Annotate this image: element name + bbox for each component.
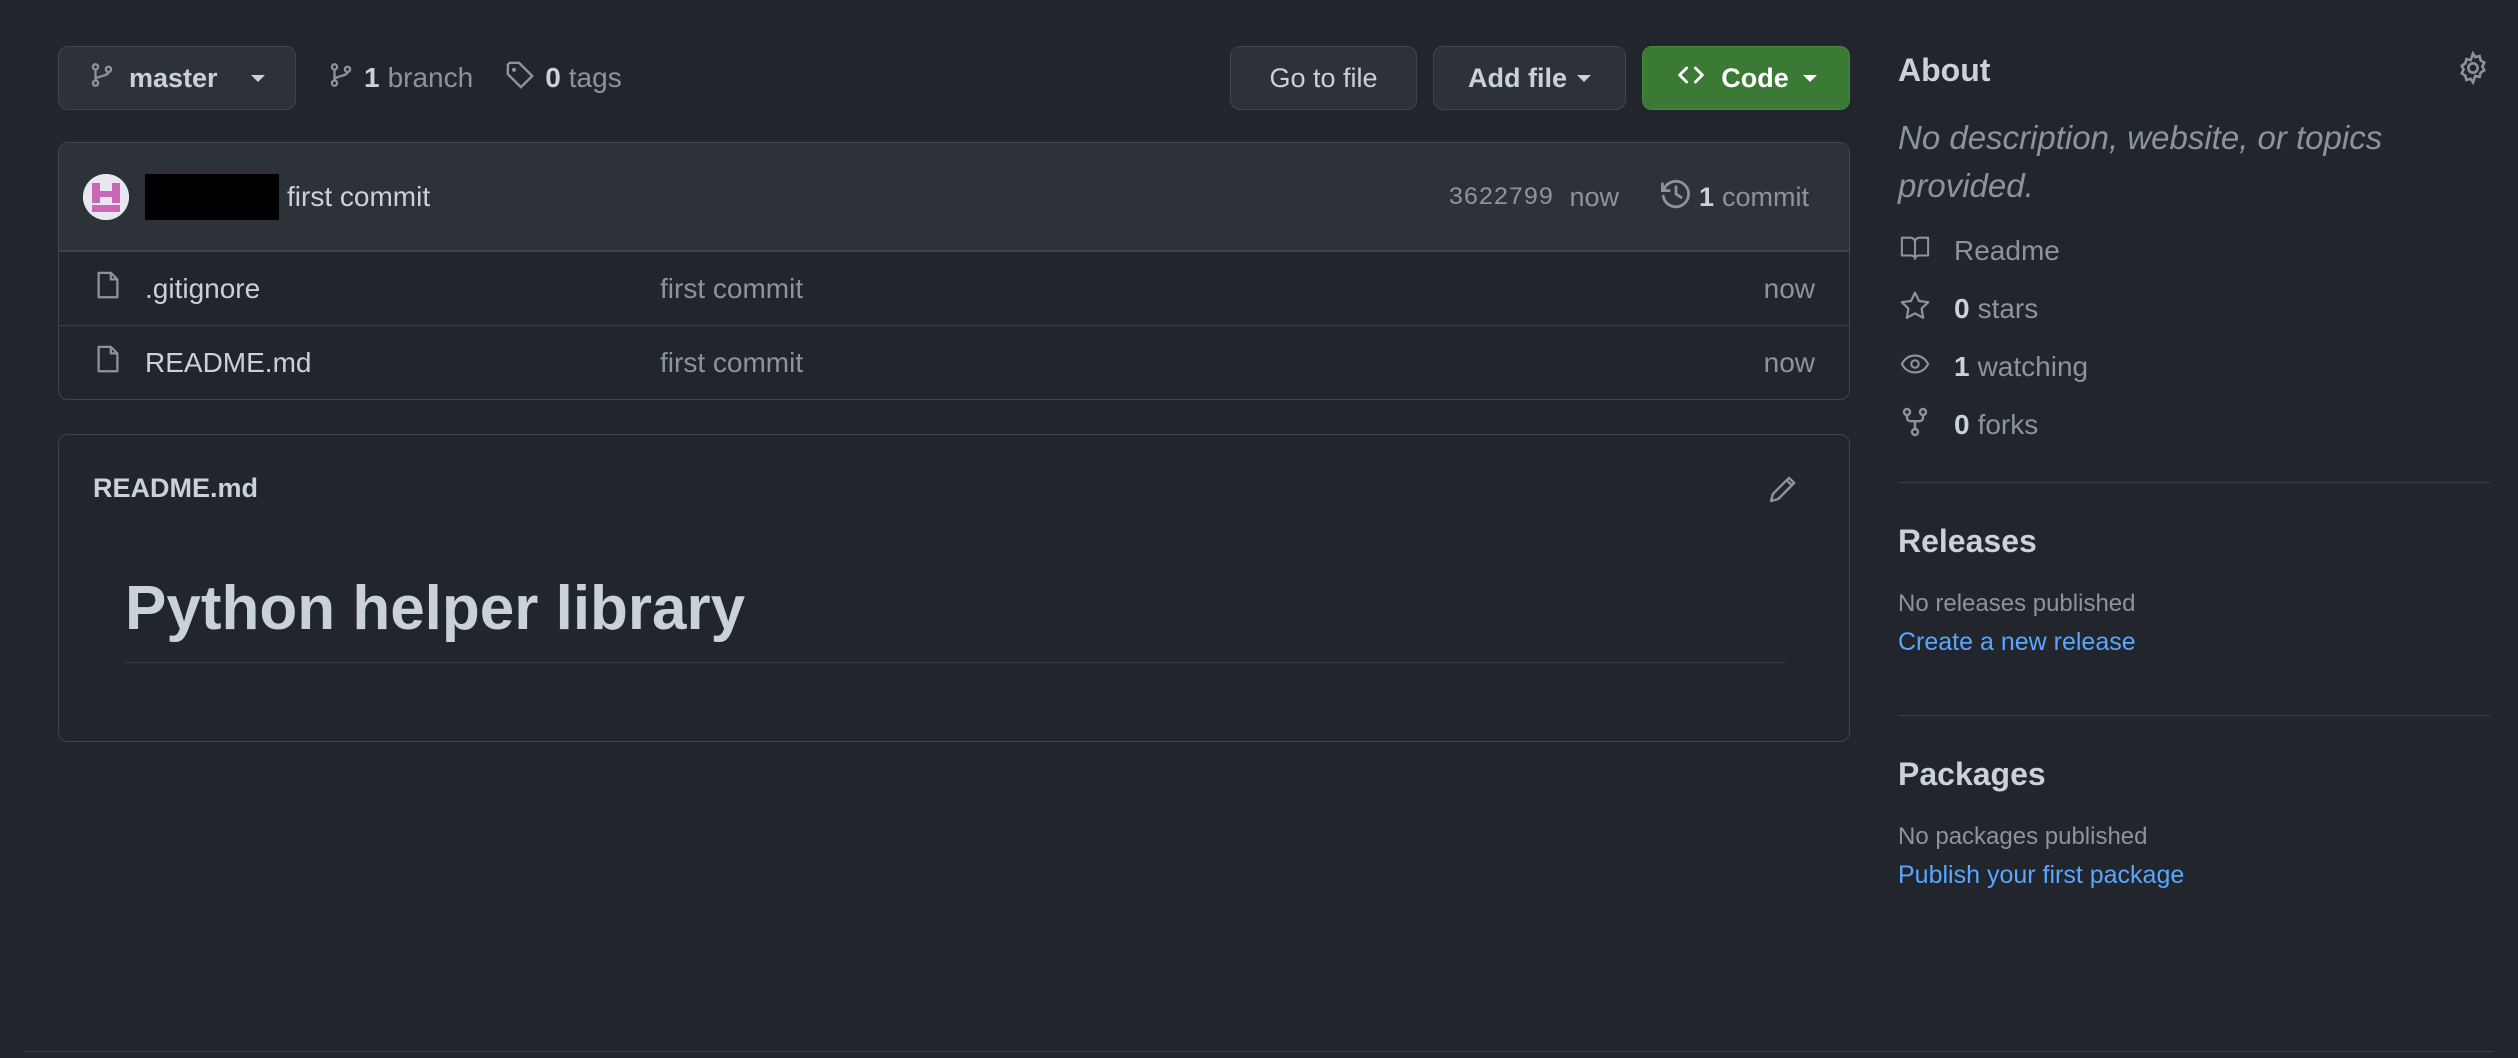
file-list: first commit 3622799 now 1 commit .gitig… [58, 142, 1850, 400]
chevron-down-icon [1577, 74, 1591, 82]
about-description: No description, website, or topics provi… [1898, 119, 2383, 204]
branch-count: 1 [364, 62, 380, 93]
tag-icon [505, 60, 535, 97]
file-commit-message[interactable]: first commit [660, 347, 803, 379]
packages-section: Packages No packages published Publish y… [1898, 716, 2490, 890]
gear-icon[interactable] [2456, 50, 2490, 90]
file-time: now [1763, 272, 1815, 304]
tag-word: tags [568, 62, 622, 93]
pencil-icon[interactable] [1767, 473, 1799, 510]
branch-word: branch [387, 62, 474, 93]
history-icon [1659, 177, 1693, 218]
commit-count: 1 [1698, 181, 1714, 212]
repo-toolbar: master 1 branch 0 tags Go to file Add fi… [58, 46, 1850, 110]
chevron-down-icon [251, 74, 265, 82]
book-icon [1898, 233, 1954, 270]
toolbar-actions: Go to file Add file Code [1230, 46, 1850, 110]
about-title: About [1898, 51, 1991, 88]
repo-main-column: master 1 branch 0 tags Go to file Add fi… [58, 46, 1850, 742]
file-icon [93, 342, 123, 383]
packages-title[interactable]: Packages [1898, 756, 2490, 793]
create-release-link[interactable]: Create a new release [1898, 628, 2490, 657]
repo-stats: Readme 0 stars 1 watching 0 forks [1898, 222, 2490, 454]
about-header: About [1898, 46, 2490, 94]
repo-sidebar: About No description, website, or topics… [1898, 46, 2490, 890]
latest-commit-bar: first commit 3622799 now 1 commit [59, 143, 1849, 251]
watching-word: watching [1977, 351, 2089, 382]
branch-icon [328, 60, 354, 97]
branches-link[interactable]: 1 branch [328, 60, 473, 97]
branch-icon [89, 60, 115, 97]
redacted-author [145, 173, 279, 220]
commit-time: now [1569, 181, 1619, 212]
commit-word: commit [1722, 181, 1809, 212]
code-label: Code [1721, 62, 1789, 93]
go-to-file-button[interactable]: Go to file [1230, 46, 1417, 110]
readme-filename[interactable]: README.md [93, 473, 258, 504]
star-icon [1898, 290, 1954, 329]
branch-name: master [129, 62, 218, 93]
packages-empty-text: No packages published [1898, 823, 2148, 850]
file-time: now [1763, 346, 1815, 378]
readme-heading: Python helper library [125, 573, 1785, 663]
forks-link[interactable]: 0 forks [1898, 396, 2490, 454]
tag-count: 0 [545, 62, 561, 93]
stars-count: 0 [1954, 293, 1970, 324]
stars-link[interactable]: 0 stars [1898, 280, 2490, 338]
releases-title[interactable]: Releases [1898, 523, 2490, 560]
fork-icon [1898, 406, 1954, 445]
publish-package-link[interactable]: Publish your first package [1898, 861, 2490, 890]
forks-word: forks [1977, 409, 2039, 440]
commit-sha[interactable]: 3622799 [1448, 183, 1553, 212]
releases-empty-text: No releases published [1898, 590, 2136, 617]
add-file-button[interactable]: Add file [1433, 46, 1626, 110]
chevron-down-icon [1802, 74, 1817, 82]
file-row[interactable]: .gitignore first commit now [59, 251, 1849, 325]
add-file-label: Add file [1468, 62, 1567, 93]
watching-count: 1 [1954, 351, 1970, 382]
file-row[interactable]: README.md first commit now [59, 325, 1849, 399]
file-icon [93, 268, 123, 309]
footer-divider [24, 1051, 2494, 1052]
file-name[interactable]: README.md [145, 347, 660, 379]
eye-icon [1898, 349, 1954, 386]
releases-section: Releases No releases published Create a … [1898, 483, 2490, 657]
code-icon [1675, 61, 1707, 96]
forks-count: 0 [1954, 409, 1970, 440]
code-button[interactable]: Code [1642, 46, 1850, 110]
latest-commit-message[interactable]: first commit [287, 181, 430, 213]
commit-meta: 3622799 now 1 commit [1448, 143, 1809, 251]
readme-label: Readme [1954, 235, 2060, 266]
readme-panel: README.md Python helper library [58, 434, 1850, 742]
branch-select-button[interactable]: master [58, 46, 296, 110]
readme-link[interactable]: Readme [1898, 222, 2490, 280]
file-name[interactable]: .gitignore [145, 273, 660, 305]
stars-word: stars [1977, 293, 2039, 324]
commit-history-link[interactable]: 1 commit [1659, 177, 1809, 218]
tags-link[interactable]: 0 tags [505, 60, 622, 97]
file-commit-message[interactable]: first commit [660, 273, 803, 305]
watchers-link[interactable]: 1 watching [1898, 338, 2490, 396]
avatar[interactable] [83, 173, 129, 220]
